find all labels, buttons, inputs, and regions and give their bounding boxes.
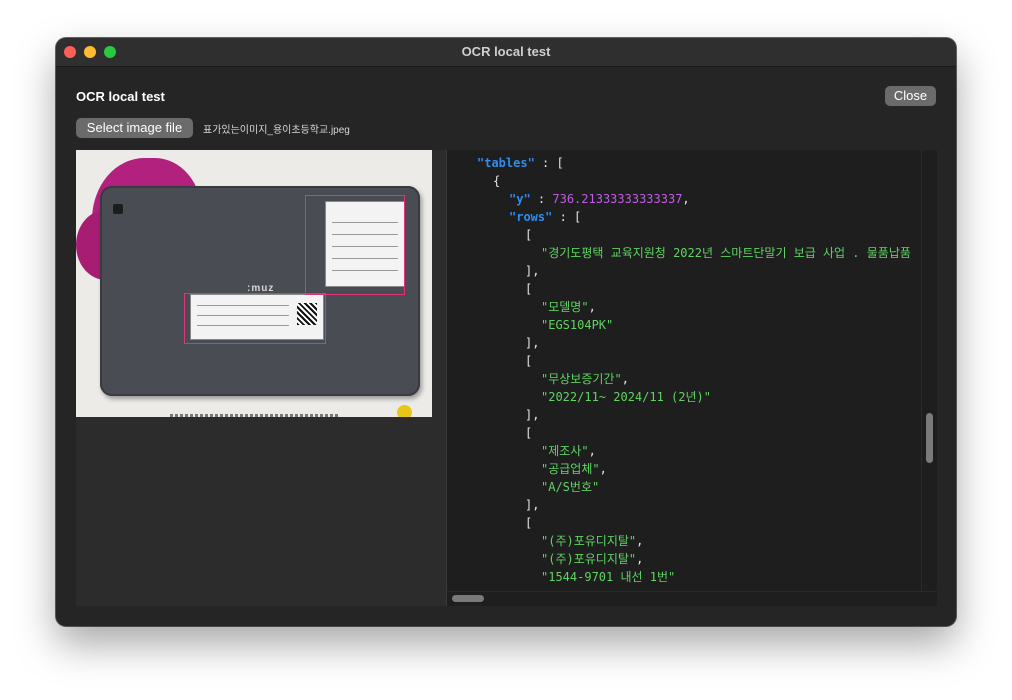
json-line: {: [493, 172, 500, 190]
json-line: "rows" : [: [509, 208, 581, 226]
json-line: "tables" : [: [477, 154, 564, 172]
title-bar[interactable]: OCR local test: [56, 38, 956, 67]
image-preview-panel: :muz: [76, 150, 446, 606]
json-token: [: [525, 354, 533, 368]
json-line: [: [525, 514, 532, 532]
json-line: [: [525, 424, 532, 442]
horizontal-scrollbar[interactable]: [447, 591, 937, 606]
json-token: ],: [525, 408, 540, 422]
app-window: OCR local test OCR local test Close Sele…: [56, 38, 956, 626]
json-token: ],: [525, 264, 540, 278]
json-token: "tables": [477, 156, 535, 170]
json-line: "(주)포유디지탈",: [541, 550, 643, 568]
json-token: ],: [525, 498, 540, 512]
json-token: ,: [682, 192, 690, 206]
json-output-panel[interactable]: "tables" : [{"y" : 736.21333333333337, "r…: [446, 150, 937, 606]
json-token: "(주)포유디지탈": [541, 552, 637, 566]
json-token: "rows": [509, 210, 553, 224]
json-token: "y": [509, 192, 531, 206]
detection-box: [305, 195, 405, 295]
json-token: [: [525, 228, 533, 242]
json-token: :: [530, 192, 553, 206]
window-title: OCR local test: [461, 44, 551, 59]
json-token: "A/S번호": [541, 480, 600, 494]
json-line: ],: [525, 334, 539, 352]
detection-box: [184, 293, 326, 344]
json-line: "1544-9701 내선 1번": [541, 568, 675, 586]
json-token: "2022/11~ 2024/11 (2년)": [541, 390, 711, 404]
page-heading: OCR local test: [76, 89, 165, 104]
json-line: "2022/11~ 2024/11 (2년)": [541, 388, 711, 406]
vertical-scroll-thumb[interactable]: [926, 413, 933, 463]
json-token: "경기도평택 교육지원청 2022년 스마트단말기 보급 사업 . 물품납품: [541, 246, 911, 260]
json-line: "무상보증기간",: [541, 370, 629, 388]
json-token: ,: [636, 534, 644, 548]
json-token: [: [525, 426, 533, 440]
json-token: ,: [636, 552, 644, 566]
json-token: ,: [599, 462, 607, 476]
gold-sticker: [397, 405, 412, 417]
fine-print: [170, 414, 340, 417]
json-token: ,: [588, 300, 596, 314]
horizontal-scroll-thumb[interactable]: [452, 595, 484, 602]
vertical-scrollbar[interactable]: [921, 150, 937, 592]
json-token: : [: [534, 156, 564, 170]
json-line: "y" : 736.21333333333337,: [509, 190, 690, 208]
json-token: "제조사": [541, 444, 589, 458]
json-token: "1544-9701 내선 1번": [541, 570, 676, 584]
select-image-button[interactable]: Select image file: [76, 118, 193, 138]
json-token: "무상보증기간": [541, 372, 622, 386]
json-token: [: [525, 516, 533, 530]
json-text-view[interactable]: "tables" : [{"y" : 736.21333333333337, "r…: [447, 150, 922, 592]
image-preview: :muz: [76, 150, 432, 417]
json-line: ],: [525, 496, 539, 514]
json-line: "(주)포유디지탈",: [541, 532, 643, 550]
json-line: [: [525, 280, 532, 298]
json-token: ,: [621, 372, 629, 386]
json-token: "EGS104PK": [541, 318, 614, 332]
json-line: "제조사",: [541, 442, 596, 460]
json-line: [: [525, 352, 532, 370]
json-line: "EGS104PK": [541, 316, 613, 334]
json-token: {: [493, 174, 501, 188]
json-line: "공급업체",: [541, 460, 607, 478]
camera-icon: [113, 204, 123, 214]
selected-file-name: 표가있는이미지_용이초등학교.jpeg: [203, 125, 350, 136]
json-token: ,: [588, 444, 596, 458]
json-line: ],: [525, 406, 539, 424]
json-token: : [: [552, 210, 582, 224]
json-line: "모델명",: [541, 298, 596, 316]
json-token: 736.21333333333337: [552, 192, 683, 206]
json-token: ],: [525, 336, 540, 350]
json-token: "공급업체": [541, 462, 600, 476]
json-token: [: [525, 282, 533, 296]
json-line: ],: [525, 262, 539, 280]
json-line: "경기도평택 교육지원청 2022년 스마트단말기 보급 사업 . 물품납품: [541, 244, 911, 262]
json-line: [: [525, 226, 532, 244]
close-button[interactable]: Close: [885, 86, 936, 106]
json-line: "A/S번호": [541, 478, 599, 496]
json-token: "(주)포유디지탈": [541, 534, 637, 548]
json-token: "모델명": [541, 300, 589, 314]
